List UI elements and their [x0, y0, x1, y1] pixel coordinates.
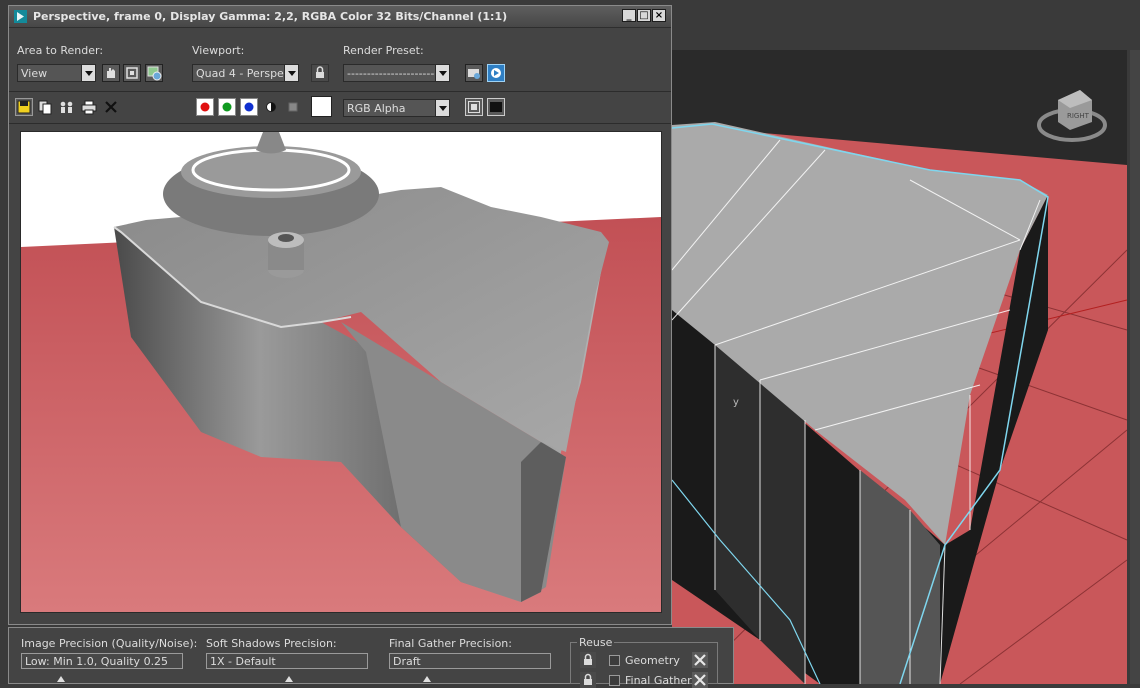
lock-icon[interactable] — [580, 652, 596, 668]
clone-icon[interactable] — [58, 98, 76, 116]
toolbar-divider — [9, 123, 671, 124]
viewport-dropdown[interactable]: Quad 4 - Perspect — [192, 64, 299, 82]
final-gather-reuse-label: Final Gather — [625, 674, 692, 687]
final-gather-label: Final Gather Precision: — [389, 637, 512, 650]
area-to-render-label: Area to Render: — [17, 44, 104, 57]
clear-geometry-icon[interactable] — [692, 652, 708, 668]
render-output — [21, 132, 661, 612]
image-precision-slider[interactable] — [57, 676, 65, 682]
render-frame-window: Perspective, frame 0, Display Gamma: 2,2… — [8, 5, 672, 625]
soft-shadows-label: Soft Shadows Precision: — [206, 637, 337, 650]
final-gather-checkbox[interactable] — [609, 675, 620, 686]
alpha-icon[interactable] — [262, 98, 280, 116]
save-icon[interactable] — [15, 98, 33, 116]
close-button[interactable]: × — [652, 9, 666, 22]
viewcube-label[interactable]: RIGHT — [1067, 112, 1090, 120]
image-precision-label: Image Precision (Quality/Noise): — [21, 637, 198, 650]
display-icon[interactable] — [465, 98, 483, 116]
soft-shadows-field[interactable]: 1X - Default — [206, 653, 368, 669]
chevron-down-icon — [284, 65, 298, 81]
chevron-down-icon — [81, 65, 95, 81]
render-preset-label: Render Preset: — [343, 44, 424, 57]
edit-region-icon[interactable] — [102, 64, 120, 82]
print-icon[interactable] — [80, 98, 98, 116]
final-gather-field[interactable]: Draft — [389, 653, 551, 669]
geometry-checkbox[interactable] — [609, 655, 620, 666]
chevron-down-icon — [435, 65, 449, 81]
clear-icon[interactable] — [102, 98, 120, 116]
render-preset-dropdown[interactable]: ------------------------ — [343, 64, 450, 82]
red-channel-icon[interactable] — [196, 98, 214, 116]
green-channel-icon[interactable] — [218, 98, 236, 116]
auto-region-icon[interactable] — [123, 64, 141, 82]
chevron-down-icon — [435, 100, 449, 116]
soft-shadows-slider[interactable] — [285, 676, 293, 682]
window-title: Perspective, frame 0, Display Gamma: 2,2… — [33, 10, 508, 23]
channel-dropdown[interactable]: RGB Alpha — [343, 99, 450, 117]
minimize-button[interactable]: _ — [622, 9, 636, 22]
render-settings-panel: Image Precision (Quality/Noise): Low: Mi… — [8, 627, 734, 688]
image-precision-field[interactable]: Low: Min 1.0, Quality 0.25 — [21, 653, 183, 669]
clear-final-gather-icon[interactable] — [692, 672, 708, 688]
title-bar[interactable]: Perspective, frame 0, Display Gamma: 2,2… — [9, 6, 671, 28]
render-setup-icon[interactable] — [145, 64, 163, 82]
background-swatch[interactable] — [311, 96, 332, 117]
final-gather-slider[interactable] — [423, 676, 431, 682]
blue-channel-icon[interactable] — [240, 98, 258, 116]
render-icon[interactable] — [487, 64, 505, 82]
rendered-image — [20, 131, 662, 613]
geometry-label: Geometry — [625, 654, 680, 667]
monochrome-icon[interactable] — [284, 98, 302, 116]
environment-icon[interactable] — [465, 64, 483, 82]
lock-icon[interactable] — [311, 64, 329, 82]
area-to-render-dropdown[interactable]: View — [17, 64, 96, 82]
axis-label: y — [733, 397, 739, 408]
copy-icon[interactable] — [36, 98, 54, 116]
fullscreen-icon[interactable] — [487, 98, 505, 116]
lock-icon[interactable] — [580, 672, 596, 688]
app-icon — [14, 10, 27, 23]
maximize-button[interactable]: □ — [637, 9, 651, 22]
viewport-label: Viewport: — [192, 44, 245, 57]
toolbar-divider — [9, 91, 671, 92]
reuse-label: Reuse — [577, 636, 615, 649]
